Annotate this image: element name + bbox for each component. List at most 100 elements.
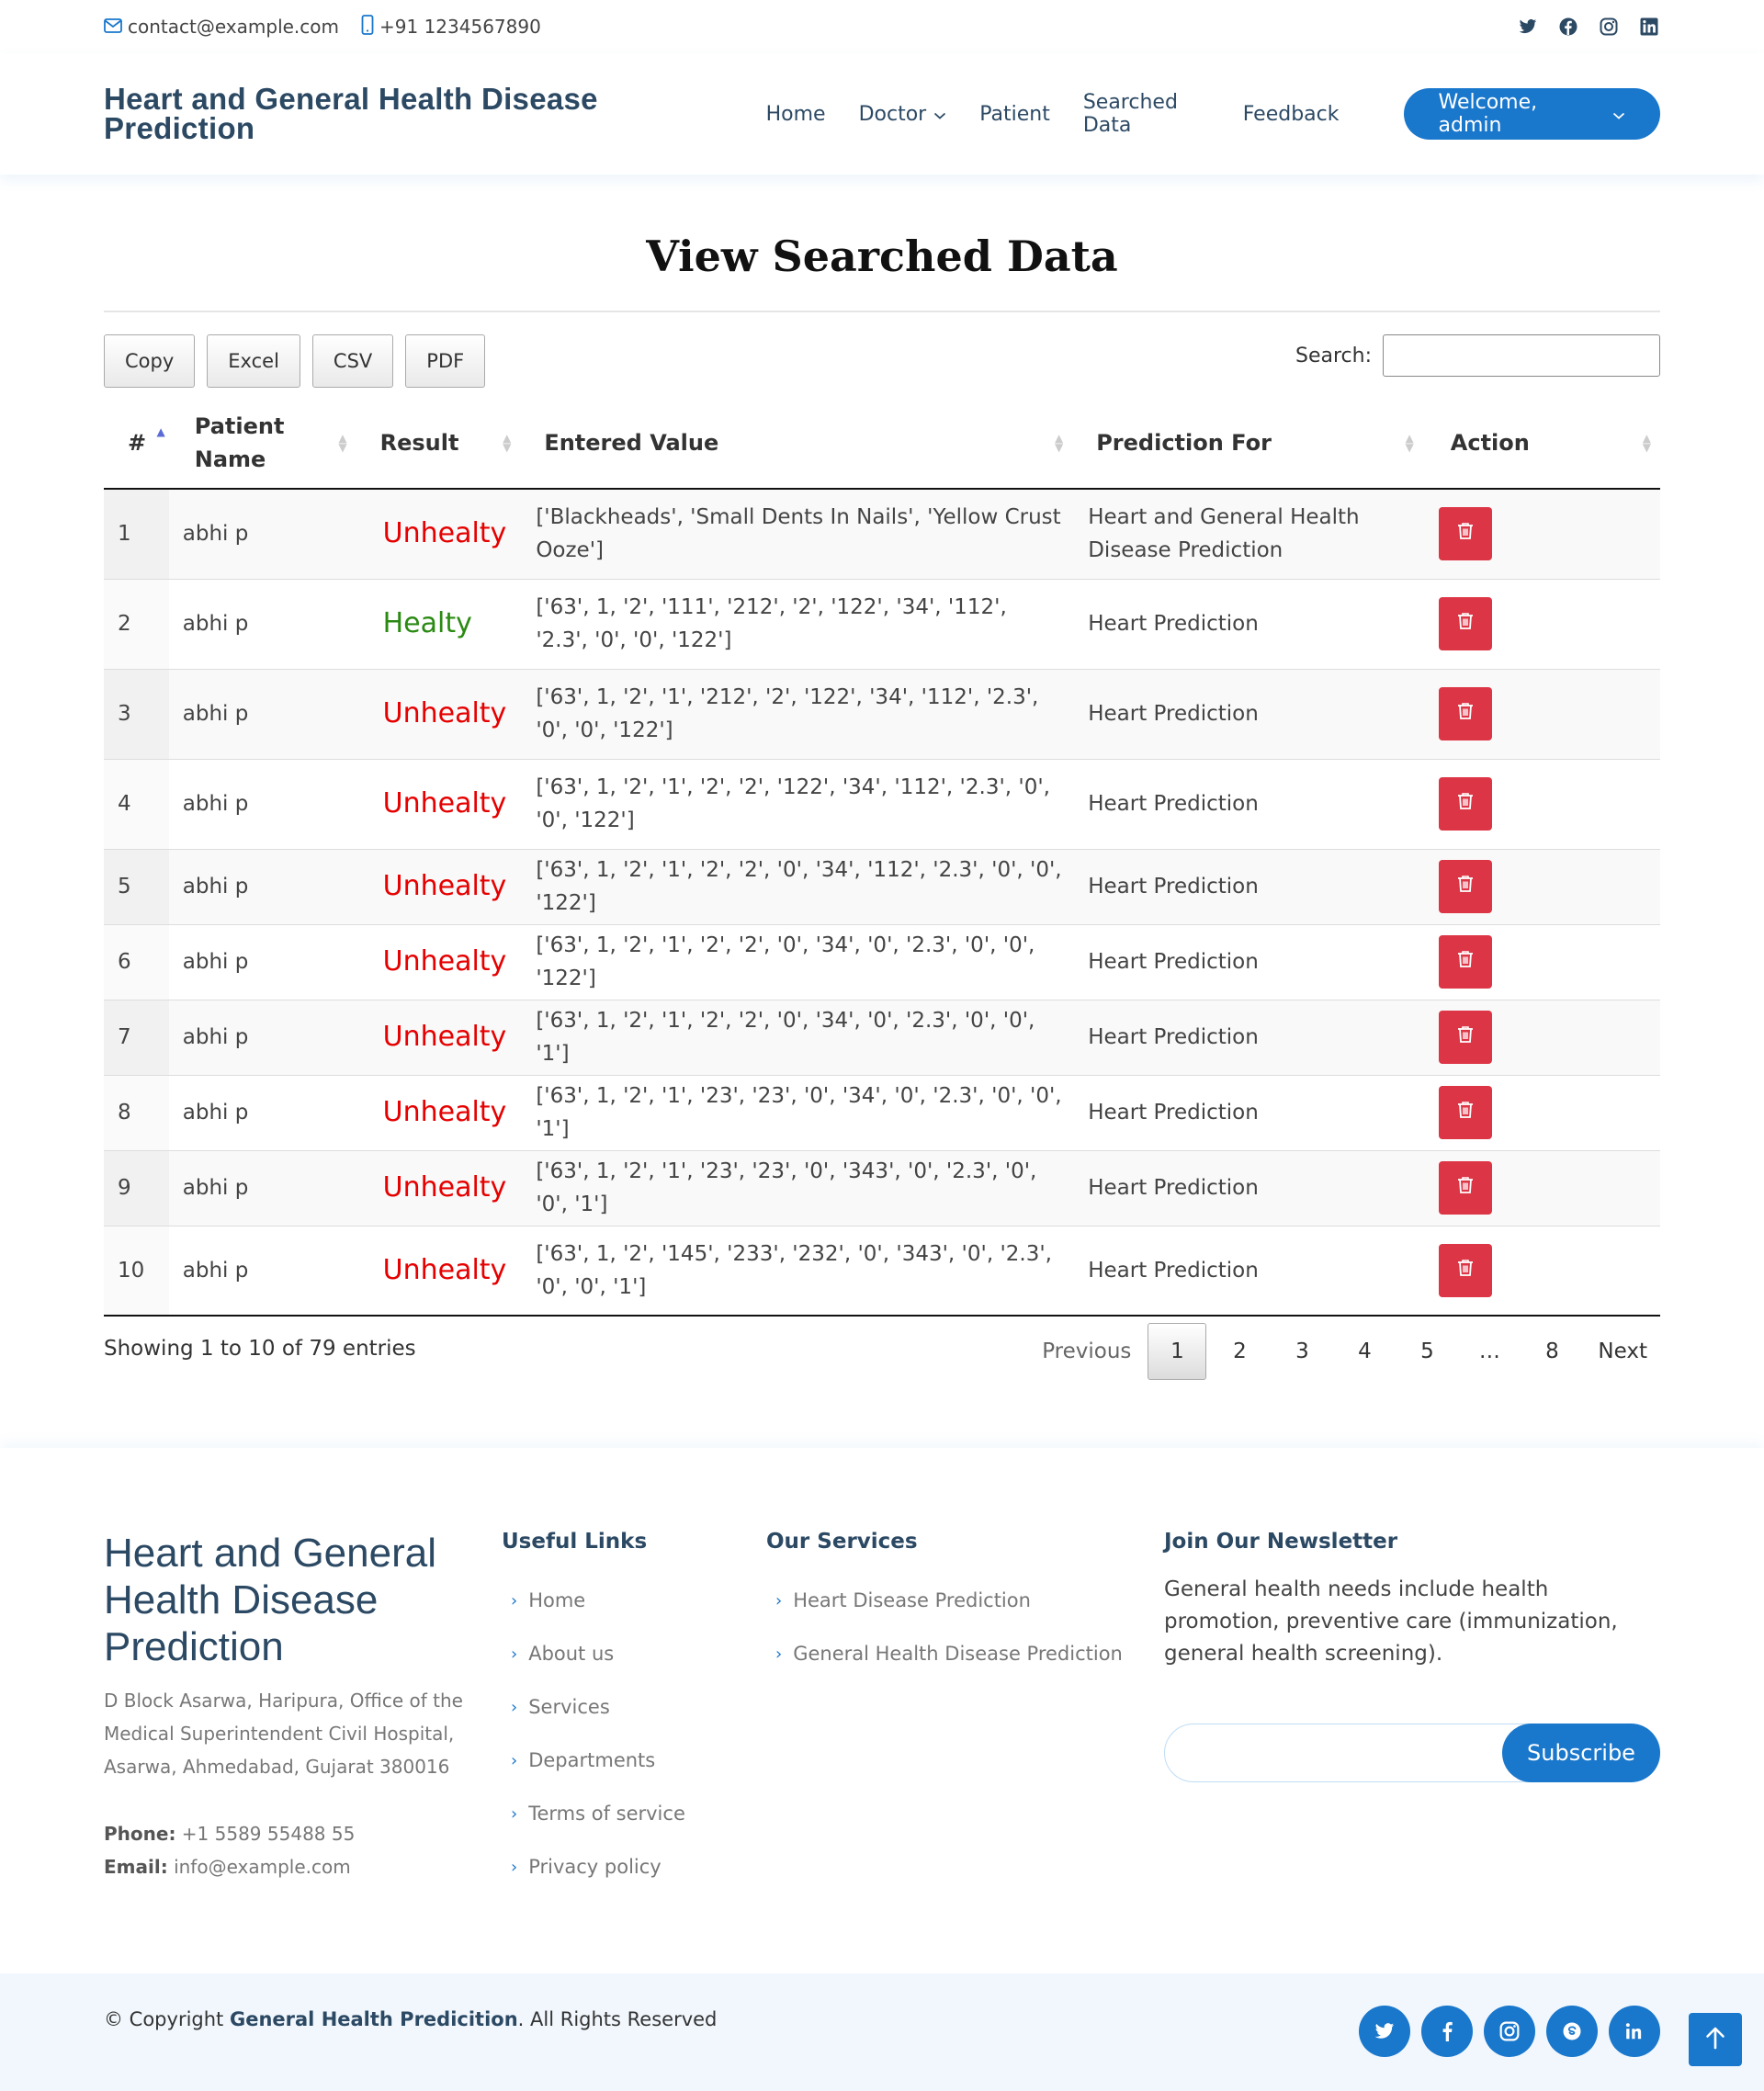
nav-searched-data[interactable]: Searched Data	[1083, 91, 1210, 137]
welcome-user-button[interactable]: Welcome, admin	[1403, 88, 1660, 140]
excel-button[interactable]: Excel	[207, 334, 300, 388]
column-header-result[interactable]: Result ▲ ▼	[356, 397, 521, 490]
twitter-icon[interactable]	[1517, 16, 1539, 38]
footer-email: Email: info@example.com	[104, 1856, 351, 1878]
footer-link[interactable]: › Home	[502, 1574, 685, 1627]
footer-useful-links: Useful Links › Home › About us › Services › Dep…	[502, 1530, 685, 1893]
copy-button[interactable]: Copy	[104, 334, 196, 388]
prediction-for: Heart Prediction	[1072, 1149, 1423, 1226]
prediction-for: Heart Prediction	[1072, 999, 1423, 1075]
chevron-right-icon: ›	[775, 1590, 783, 1611]
contact-email[interactable]: contact@example.com	[104, 16, 339, 38]
delete-button[interactable]	[1438, 860, 1492, 913]
table-row: 4 abhi p Unhealty ['63', 1, '2', '1', '2', …	[104, 758, 1660, 849]
column-header-patient-name[interactable]: Patient Name ▲ ▼	[168, 397, 356, 490]
footer-link[interactable]: › Services	[502, 1680, 685, 1734]
newsletter-email-input[interactable]: Subscribe	[1164, 1724, 1660, 1782]
column-header-entered-value[interactable]: Entered Value ▲ ▼	[520, 397, 1073, 490]
footer-services: Our Services › Heart Disease Prediction › G…	[766, 1530, 1123, 1680]
searched-data-table: # ▲ Patient Name ▲ ▼ Result ▲ ▼ Entered Va…	[104, 397, 1660, 1317]
facebook-icon[interactable]	[1421, 2006, 1473, 2057]
action-cell	[1422, 488, 1660, 579]
footer-link[interactable]: › About us	[502, 1627, 685, 1680]
copyright: © Copyright General Health Predicition. …	[104, 2008, 718, 2030]
row-index: 7	[104, 999, 169, 1075]
topbar-socials	[1517, 16, 1660, 38]
subscribe-button[interactable]: Subscribe	[1502, 1724, 1660, 1782]
csv-button[interactable]: CSV	[311, 334, 394, 388]
linkedin-icon[interactable]	[1638, 16, 1660, 38]
linkedin-icon[interactable]	[1609, 2006, 1660, 2057]
footer-link[interactable]: › Departments	[502, 1734, 685, 1787]
instagram-icon[interactable]	[1484, 2006, 1535, 2057]
footer-link[interactable]: › Terms of service	[502, 1787, 685, 1840]
delete-button[interactable]	[1438, 507, 1492, 561]
delete-button[interactable]	[1438, 687, 1492, 740]
contact-phone[interactable]: +91 1234567890	[361, 14, 541, 40]
entered-value: ['63', 1, '2', '1', '23', '23', '0', '34…	[520, 1074, 1073, 1150]
column-header-index[interactable]: # ▲	[104, 397, 169, 490]
pagination-next[interactable]: Next	[1585, 1323, 1660, 1380]
table-row: 5 abhi p Unhealty ['63', 1, '2', '1', '2', …	[104, 848, 1660, 924]
pagination-previous[interactable]: Previous	[1029, 1323, 1144, 1380]
nav-home[interactable]: Home	[766, 103, 826, 126]
result-status: Unhealty	[356, 758, 521, 849]
patient-name: abhi p	[168, 668, 356, 759]
delete-button[interactable]	[1438, 1161, 1492, 1215]
facebook-icon[interactable]	[1557, 16, 1579, 38]
entered-value: ['63', 1, '2', '1', '2', '2', '0', '34',…	[520, 848, 1073, 924]
nav-patient[interactable]: Patient	[979, 103, 1050, 126]
nav-feedback[interactable]: Feedback	[1243, 103, 1340, 126]
footer-service-link[interactable]: › General Health Disease Prediction	[766, 1627, 1123, 1680]
prediction-for: Heart Prediction	[1072, 848, 1423, 924]
result-status: Unhealty	[356, 1074, 521, 1150]
footer-link[interactable]: › Privacy policy	[502, 1840, 685, 1893]
pagination-page-4[interactable]: 4	[1335, 1323, 1394, 1380]
nav-doctor[interactable]: Doctor	[859, 103, 947, 126]
table-row: 3 abhi p Unhealty ['63', 1, '2', '1', '212'…	[104, 668, 1660, 759]
delete-button[interactable]	[1438, 1011, 1492, 1064]
chevron-right-icon: ›	[511, 1750, 518, 1770]
footer-service-link[interactable]: › Heart Disease Prediction	[766, 1574, 1123, 1627]
search-input[interactable]	[1383, 334, 1660, 377]
instagram-icon[interactable]	[1598, 16, 1620, 38]
patient-name: abhi p	[168, 923, 356, 1000]
pagination-page-8[interactable]: 8	[1522, 1323, 1581, 1380]
action-cell	[1422, 848, 1660, 924]
patient-name: abhi p	[168, 488, 356, 579]
chevron-right-icon: ›	[511, 1803, 518, 1824]
delete-button[interactable]	[1438, 1086, 1492, 1139]
result-status: Unhealty	[356, 1149, 521, 1226]
delete-button[interactable]	[1438, 1243, 1492, 1297]
patient-name: abhi p	[168, 1225, 356, 1317]
action-cell	[1422, 999, 1660, 1075]
prediction-for: Heart Prediction	[1072, 758, 1423, 849]
sort-icon: ▲ ▼	[1642, 431, 1651, 454]
back-to-top-button[interactable]	[1689, 2013, 1742, 2066]
site-logo[interactable]: Heart and General Health Disease Predict…	[104, 84, 670, 143]
row-index: 5	[104, 848, 169, 924]
pagination-page-2[interactable]: 2	[1210, 1323, 1269, 1380]
twitter-icon[interactable]	[1359, 2006, 1410, 2057]
result-status: Unhealty	[356, 923, 521, 1000]
row-index: 3	[104, 668, 169, 759]
row-index: 9	[104, 1149, 169, 1226]
result-status: Unhealty	[356, 999, 521, 1075]
delete-button[interactable]	[1438, 935, 1492, 989]
column-header-prediction-for[interactable]: Prediction For ▲ ▼	[1072, 397, 1423, 490]
entered-value: ['63', 1, '2', '111', '212', '2', '122',…	[520, 578, 1073, 669]
trash-icon	[1457, 1096, 1474, 1129]
trash-icon	[1457, 787, 1474, 820]
trash-icon	[1457, 607, 1474, 640]
pagination-page-3[interactable]: 3	[1272, 1323, 1331, 1380]
prediction-for: Heart Prediction	[1072, 1225, 1423, 1317]
row-index: 10	[104, 1225, 169, 1317]
chevron-right-icon: ›	[511, 1590, 518, 1611]
column-header-action[interactable]: Action ▲ ▼	[1422, 397, 1660, 490]
pagination-page-5[interactable]: 5	[1397, 1323, 1456, 1380]
skype-icon[interactable]	[1546, 2006, 1598, 2057]
delete-button[interactable]	[1438, 777, 1492, 831]
delete-button[interactable]	[1438, 597, 1492, 650]
pdf-button[interactable]: PDF	[405, 334, 486, 388]
pagination-page-1[interactable]: 1	[1148, 1323, 1207, 1380]
